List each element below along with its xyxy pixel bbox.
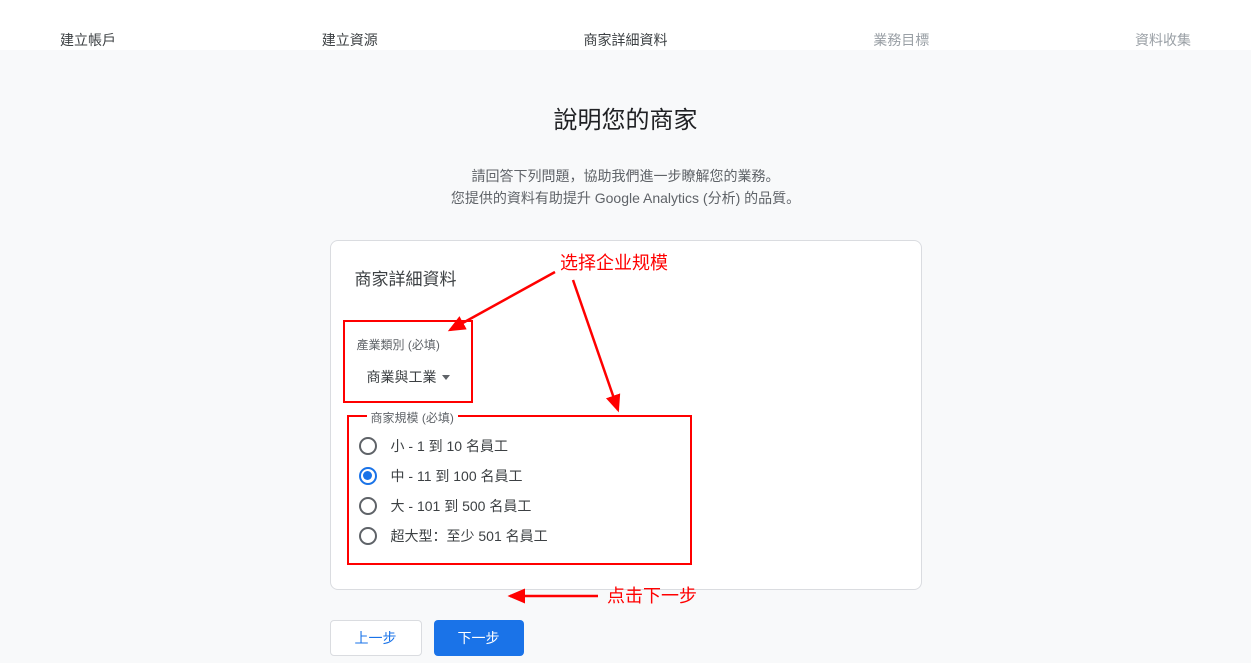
radio-icon <box>359 497 377 515</box>
industry-category-label: 產業類別 (必填) <box>357 336 459 353</box>
business-size-section: 商家規模 (必填) 小 - 1 到 10 名員工 中 - 11 到 100 名員… <box>347 415 692 565</box>
radio-label: 超大型：至少 501 名員工 <box>391 526 548 546</box>
business-details-card: 商家詳細資料 產業類別 (必填) 商業與工業 商家規模 (必填) 小 - 1 到… <box>330 240 922 590</box>
industry-category-section: 產業類別 (必填) 商業與工業 <box>343 320 473 403</box>
step-business-goals: 業務目標 <box>873 30 929 50</box>
radio-option-xlarge[interactable]: 超大型：至少 501 名員工 <box>359 521 680 551</box>
radio-label: 大 - 101 到 500 名員工 <box>391 496 532 516</box>
industry-category-dropdown[interactable]: 商業與工業 <box>367 367 450 387</box>
page-subtitle-2: 您提供的資料有助提升 Google Analytics (分析) 的品質。 <box>0 187 1251 209</box>
prev-button[interactable]: 上一步 <box>330 620 422 656</box>
step-account[interactable]: 建立帳戶 <box>60 30 116 50</box>
setup-stepper: 建立帳戶 建立資源 商家詳細資料 業務目標 資料收集 <box>0 0 1251 50</box>
radio-option-large[interactable]: 大 - 101 到 500 名員工 <box>359 491 680 521</box>
action-buttons-row: 上一步 下一步 <box>330 620 922 656</box>
business-size-radio-group: 小 - 1 到 10 名員工 中 - 11 到 100 名員工 大 - 101 … <box>359 431 680 551</box>
radio-icon <box>359 467 377 485</box>
chevron-down-icon <box>442 375 450 380</box>
radio-icon <box>359 437 377 455</box>
business-size-label: 商家規模 (必填) <box>367 409 458 426</box>
radio-label: 小 - 1 到 10 名員工 <box>391 436 508 456</box>
radio-option-small[interactable]: 小 - 1 到 10 名員工 <box>359 431 680 461</box>
industry-category-selected: 商業與工業 <box>367 367 437 387</box>
radio-icon <box>359 527 377 545</box>
page-subtitle-1: 請回答下列問題，協助我們進一步瞭解您的業務。 <box>0 165 1251 187</box>
radio-label: 中 - 11 到 100 名員工 <box>391 466 523 486</box>
step-business-details[interactable]: 商家詳細資料 <box>584 30 668 50</box>
step-resource[interactable]: 建立資源 <box>322 30 378 50</box>
radio-option-medium[interactable]: 中 - 11 到 100 名員工 <box>359 461 680 491</box>
card-title: 商家詳細資料 <box>355 265 457 290</box>
step-data-collection: 資料收集 <box>1135 30 1191 50</box>
next-button[interactable]: 下一步 <box>434 620 524 656</box>
page-title: 說明您的商家 <box>0 100 1251 135</box>
